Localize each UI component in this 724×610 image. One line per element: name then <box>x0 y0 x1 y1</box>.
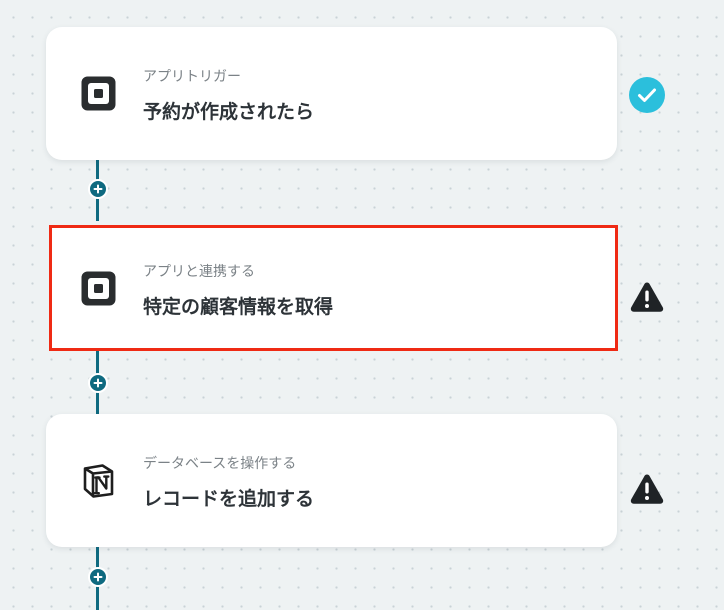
flow-step-card-get-customer[interactable]: アプリと連携する 特定の顧客情報を取得 <box>49 225 618 351</box>
square-logo-icon <box>81 76 116 111</box>
step-kind-label: アプリと連携する <box>143 264 255 280</box>
square-logo-icon <box>81 271 116 306</box>
flow-step-card-database[interactable]: データベースを操作する レコードを追加する <box>46 414 617 547</box>
add-step-button[interactable] <box>88 567 108 587</box>
warning-icon <box>630 474 664 504</box>
step-title: レコードを追加する <box>143 488 315 510</box>
flow-step-card-trigger[interactable]: アプリトリガー 予約が作成されたら <box>46 27 617 160</box>
warning-icon <box>630 282 664 312</box>
step-title: 特定の顧客情報を取得 <box>143 296 334 318</box>
check-circle-icon <box>629 77 665 113</box>
notion-logo-icon <box>83 464 114 498</box>
step-kind-label: アプリトリガー <box>143 69 241 85</box>
add-step-button[interactable] <box>88 373 108 393</box>
plus-icon <box>93 572 103 582</box>
plus-icon <box>93 184 103 194</box>
plus-icon <box>93 378 103 388</box>
step-title: 予約が作成されたら <box>143 101 315 123</box>
add-step-button[interactable] <box>88 179 108 199</box>
step-kind-label: データベースを操作する <box>143 456 297 472</box>
